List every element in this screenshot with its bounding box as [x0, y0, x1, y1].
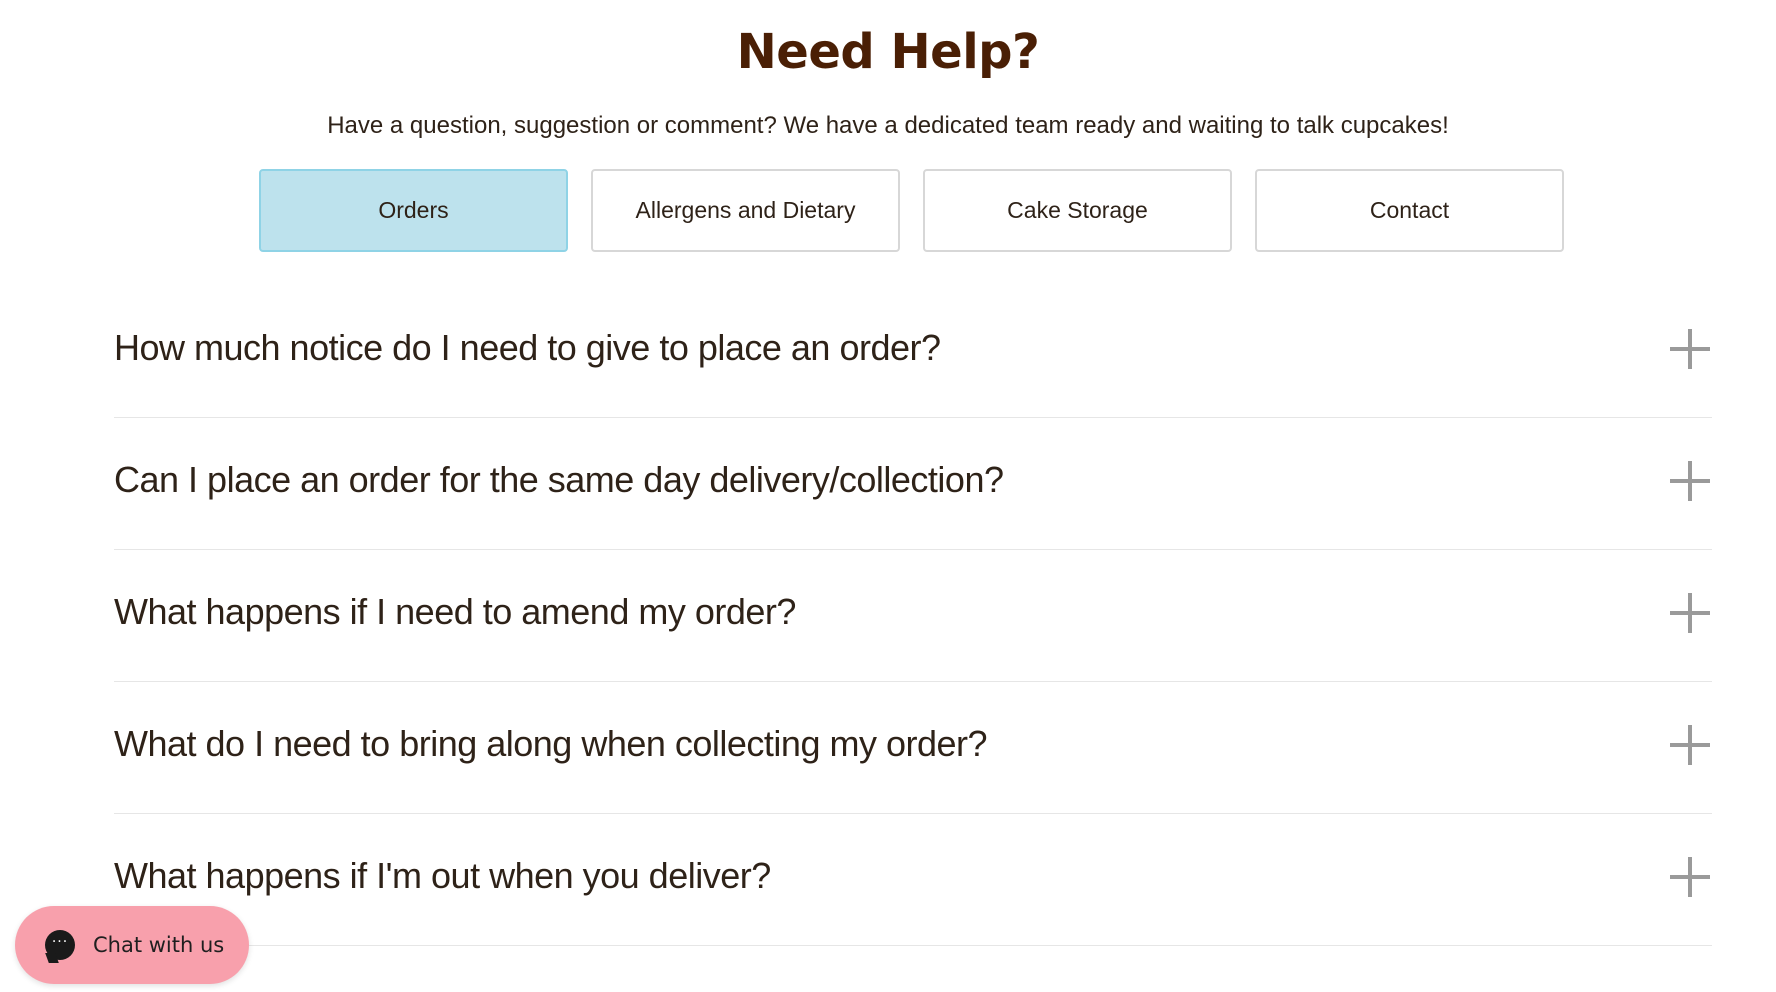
- plus-icon[interactable]: [1670, 857, 1710, 897]
- plus-icon[interactable]: [1670, 593, 1710, 633]
- faq-item[interactable]: What happens if I need to amend my order…: [114, 550, 1712, 682]
- faq-item[interactable]: What do I need to bring along when colle…: [114, 682, 1712, 814]
- faq-question[interactable]: What do I need to bring along when colle…: [114, 722, 988, 766]
- faq-item[interactable]: What happens if I'm out when you deliver…: [114, 814, 1712, 946]
- plus-icon[interactable]: [1670, 461, 1710, 501]
- faq-question[interactable]: Can I place an order for the same day de…: [114, 458, 1004, 502]
- chat-bubble-icon: ···: [45, 930, 75, 960]
- tab-contact[interactable]: Contact: [1255, 169, 1564, 252]
- plus-icon[interactable]: [1670, 329, 1710, 369]
- faq-item[interactable]: How much notice do I need to give to pla…: [114, 286, 1712, 418]
- page-subtitle: Have a question, suggestion or comment? …: [327, 112, 1449, 139]
- chat-bubble-dots: ···: [51, 934, 69, 950]
- plus-icon[interactable]: [1670, 725, 1710, 765]
- tab-cake-storage[interactable]: Cake Storage: [923, 169, 1232, 252]
- chat-button-label: Chat with us: [93, 933, 225, 957]
- faq-question[interactable]: What happens if I'm out when you deliver…: [114, 854, 771, 898]
- faq-category-tabs: Orders Allergens and Dietary Cake Storag…: [259, 169, 1564, 252]
- faq-question[interactable]: How much notice do I need to give to pla…: [114, 326, 941, 370]
- faq-question[interactable]: What happens if I need to amend my order…: [114, 590, 796, 634]
- chat-with-us-button[interactable]: ··· Chat with us: [15, 906, 249, 984]
- tab-orders[interactable]: Orders: [259, 169, 568, 252]
- page-title: Need Help?: [736, 24, 1040, 80]
- tab-allergens-and-dietary[interactable]: Allergens and Dietary: [591, 169, 900, 252]
- faq-accordion: How much notice do I need to give to pla…: [114, 286, 1712, 946]
- faq-item[interactable]: Can I place an order for the same day de…: [114, 418, 1712, 550]
